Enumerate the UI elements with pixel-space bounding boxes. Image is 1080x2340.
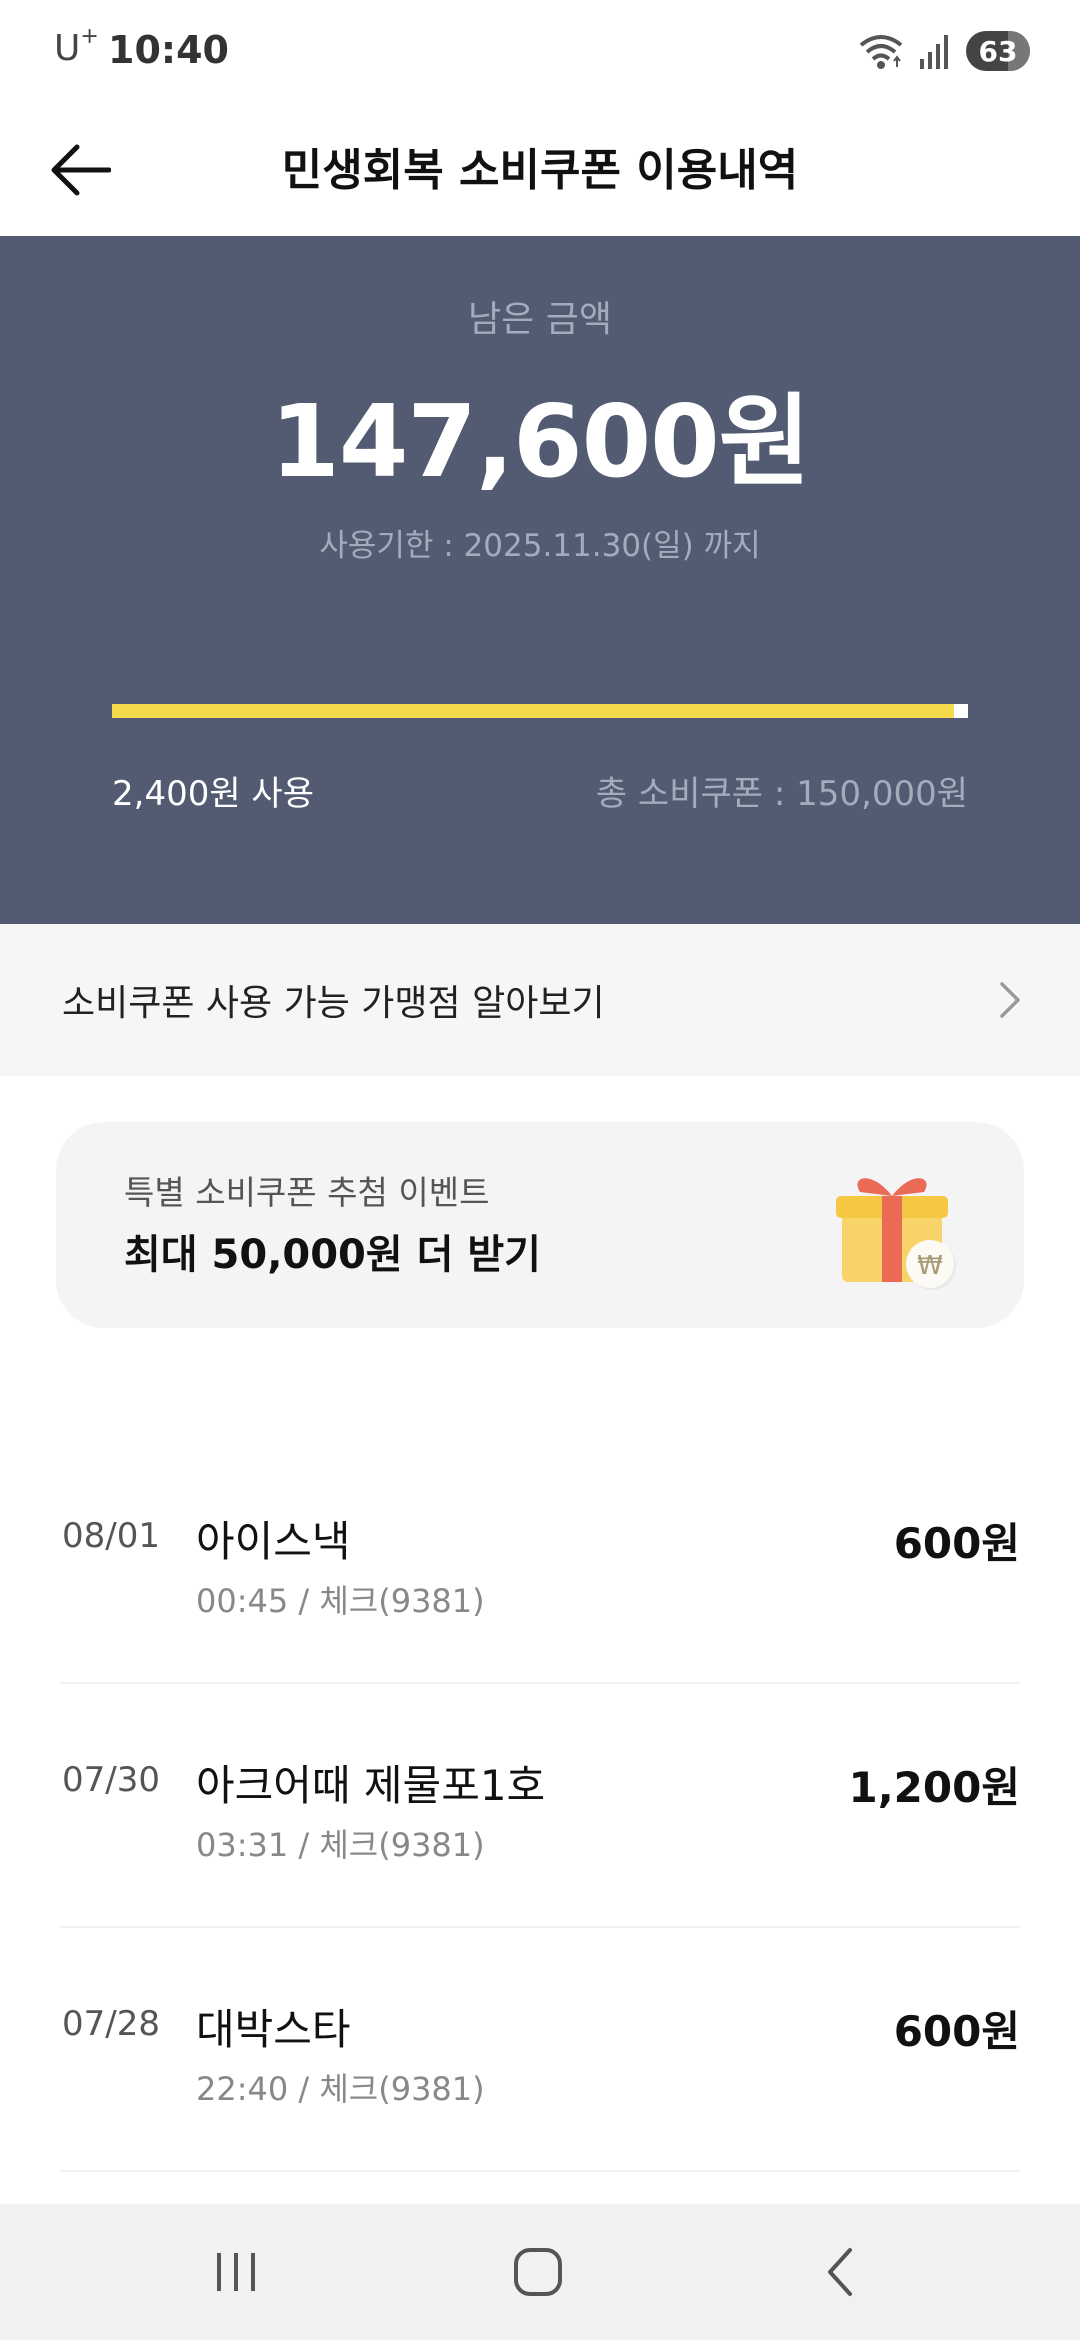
transaction-row[interactable]: 07/28 대박스타 22:40 / 체크(9381) 600원 [60, 1928, 1020, 2172]
event-banner[interactable]: 특별 소비쿠폰 추첨 이벤트 최대 50,000원 더 받기 ₩ [56, 1122, 1024, 1328]
signal-icon [920, 35, 948, 69]
nav-back-button[interactable] [800, 2240, 880, 2304]
recent-apps-icon [217, 2253, 255, 2291]
transaction-meta: 22:40 / 체크(9381) [196, 2070, 485, 2108]
usage-progress-fill [112, 704, 955, 718]
gift-icon: ₩ [836, 1178, 956, 1290]
transaction-amount: 600원 [893, 1519, 1020, 1568]
transaction-amount: 1,200원 [848, 1763, 1021, 1812]
transaction-date: 08/01 [62, 1516, 160, 1556]
transaction-list: 08/01 아이스낵 00:45 / 체크(9381) 600원 07/30 아… [0, 1440, 1080, 2172]
event-subtitle: 특별 소비쿠폰 추첨 이벤트 [124, 1173, 490, 1212]
battery-indicator: 63 [966, 31, 1030, 71]
transaction-meta: 03:31 / 체크(9381) [196, 1826, 485, 1864]
status-time: 10:40 [108, 28, 229, 72]
transaction-amount: 600원 [893, 2007, 1020, 2056]
transaction-row[interactable]: 08/01 아이스낵 00:45 / 체크(9381) 600원 [60, 1440, 1020, 1684]
status-bar: U+ 10:40 63 [0, 0, 1080, 100]
carrier-label: U+ [54, 24, 99, 69]
nav-back-icon [828, 2248, 852, 2296]
status-icons: 63 [858, 30, 1030, 72]
home-icon [514, 2248, 562, 2296]
used-amount: 2,400원 사용 [112, 774, 314, 814]
recent-apps-button[interactable] [196, 2240, 276, 2304]
merchant-finder-label: 소비쿠폰 사용 가능 가맹점 알아보기 [62, 983, 605, 1024]
total-coupon: 총 소비쿠폰 : 150,000원 [595, 774, 968, 814]
merchant-finder-link[interactable]: 소비쿠폰 사용 가능 가맹점 알아보기 [0, 924, 1080, 1076]
transaction-row[interactable]: 07/30 아크어때 제물포1호 03:31 / 체크(9381) 1,200원 [60, 1684, 1020, 1928]
transaction-merchant: 대박스타 [196, 2005, 351, 2054]
transaction-date: 07/28 [62, 2004, 160, 2044]
expiry-date: 사용기한 : 2025.11.30(일) 까지 [319, 528, 761, 564]
app-header: 민생회복 소비쿠폰 이용내역 [0, 100, 1080, 236]
home-button[interactable] [498, 2240, 578, 2304]
transaction-merchant: 아이스낵 [196, 1517, 351, 1566]
balance-summary: 남은 금액 147,600원 사용기한 : 2025.11.30(일) 까지 2… [0, 236, 1080, 924]
page-title: 민생회복 소비쿠폰 이용내역 [281, 145, 799, 196]
remaining-label: 남은 금액 [468, 299, 612, 340]
usage-progress-bar [112, 704, 968, 718]
wifi-icon [859, 35, 903, 69]
won-badge: ₩ [917, 1251, 943, 1281]
remaining-amount: 147,600원 [270, 383, 810, 500]
transaction-meta: 00:45 / 체크(9381) [196, 1582, 485, 1620]
event-title: 최대 50,000원 더 받기 [124, 1232, 541, 1278]
transaction-merchant: 아크어때 제물포1호 [196, 1761, 546, 1810]
chevron-right-icon [1000, 982, 1020, 1018]
system-nav-bar [0, 2204, 1080, 2340]
transaction-date: 07/30 [62, 1760, 160, 1800]
